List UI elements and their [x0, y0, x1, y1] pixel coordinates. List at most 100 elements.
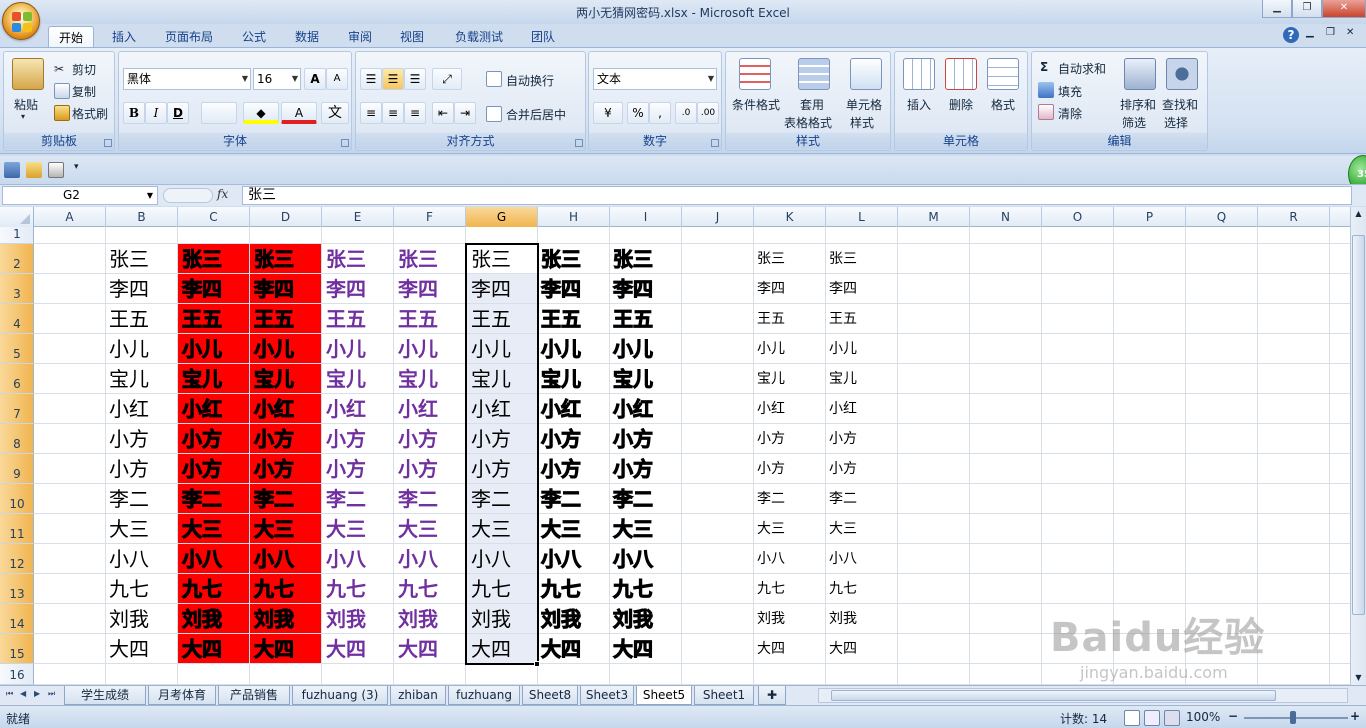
- customize-qat-icon[interactable]: ▾: [74, 162, 79, 172]
- cell-h7[interactable]: 小红: [541, 394, 582, 424]
- cell-l4[interactable]: 王五: [829, 304, 857, 334]
- cell-e7[interactable]: 小红: [326, 394, 366, 424]
- cell-i3[interactable]: 李四: [613, 274, 654, 304]
- cell-l12[interactable]: 小八: [829, 544, 857, 574]
- clipboard-launcher-icon[interactable]: [104, 139, 112, 147]
- ribbon-restore-button[interactable]: ❐: [1326, 27, 1335, 38]
- ribbon-minimize-button[interactable]: ▁: [1306, 27, 1314, 38]
- cell-l3[interactable]: 李四: [829, 274, 857, 304]
- italic-button[interactable]: I: [145, 102, 167, 124]
- column-header-f[interactable]: F: [394, 207, 466, 227]
- sheet-tab-9[interactable]: Sheet1: [694, 686, 754, 705]
- cell-i5[interactable]: 小儿: [613, 334, 654, 364]
- cell-e2[interactable]: 张三: [326, 244, 366, 274]
- tab-home[interactable]: 开始: [48, 26, 94, 48]
- cell-k11[interactable]: 大三: [757, 514, 785, 544]
- cell-h11[interactable]: 大三: [541, 514, 582, 544]
- cell-k7[interactable]: 小红: [757, 394, 785, 424]
- cell-i10[interactable]: 李二: [613, 484, 654, 514]
- vertical-scroll-thumb[interactable]: [1352, 235, 1365, 615]
- cell-d4[interactable]: 王五: [254, 304, 295, 334]
- cell-i7[interactable]: 小红: [613, 394, 654, 424]
- column-header-g[interactable]: G: [466, 207, 538, 227]
- cell-h8[interactable]: 小方: [541, 424, 582, 454]
- cell-f3[interactable]: 李四: [398, 274, 438, 304]
- cell-c8[interactable]: 小方: [182, 424, 223, 454]
- find-select-label1[interactable]: 查找和: [1162, 96, 1198, 113]
- cell-d13[interactable]: 九七: [254, 574, 295, 604]
- cell-d6[interactable]: 宝儿: [254, 364, 295, 394]
- cell-h5[interactable]: 小儿: [541, 334, 582, 364]
- bold-button[interactable]: B: [123, 102, 145, 124]
- cell-f14[interactable]: 刘我: [398, 604, 438, 634]
- cell-styles-label2[interactable]: 样式: [850, 114, 874, 131]
- column-header-q[interactable]: Q: [1186, 207, 1258, 227]
- zoom-level[interactable]: 100%: [1186, 710, 1220, 724]
- cell-f15[interactable]: 大四: [398, 634, 438, 664]
- insert-sheet-icon[interactable]: ✚: [758, 686, 786, 705]
- increase-indent-icon[interactable]: ⇥: [454, 102, 476, 124]
- find-select-label2[interactable]: 选择: [1164, 114, 1188, 131]
- cell-l9[interactable]: 小方: [829, 454, 857, 484]
- cell-l2[interactable]: 张三: [829, 244, 857, 274]
- zoom-out-icon[interactable]: −: [1228, 709, 1238, 723]
- cell-i4[interactable]: 王五: [613, 304, 654, 334]
- align-top-icon[interactable]: ☰: [360, 68, 382, 90]
- cell-k6[interactable]: 宝儿: [757, 364, 785, 394]
- tab-view[interactable]: 视图: [392, 26, 432, 48]
- decrease-indent-icon[interactable]: ⇤: [432, 102, 454, 124]
- zoom-slider-thumb[interactable]: [1290, 711, 1296, 724]
- cell-i12[interactable]: 小八: [613, 544, 654, 574]
- percent-button[interactable]: %: [627, 102, 649, 124]
- insert-cells-button[interactable]: 插入: [907, 96, 931, 113]
- formula-input[interactable]: 张三: [242, 186, 1352, 205]
- cell-styles-label1[interactable]: 单元格: [846, 96, 882, 113]
- formula-cancel-enter-icon[interactable]: [163, 188, 213, 203]
- decrease-decimal-icon[interactable]: .00: [697, 102, 719, 124]
- cell-h6[interactable]: 宝儿: [541, 364, 582, 394]
- cell-c7[interactable]: 小红: [182, 394, 223, 424]
- tab-team[interactable]: 团队: [523, 26, 563, 48]
- column-header-k[interactable]: K: [754, 207, 826, 227]
- cell-i2[interactable]: 张三: [613, 244, 654, 274]
- cell-f2[interactable]: 张三: [398, 244, 438, 274]
- select-all-button[interactable]: [0, 207, 34, 227]
- column-header-n[interactable]: N: [970, 207, 1042, 227]
- cell-e12[interactable]: 小八: [326, 544, 366, 574]
- column-header-l[interactable]: L: [826, 207, 898, 227]
- row-header-11[interactable]: 11: [0, 514, 34, 544]
- cell-i8[interactable]: 小方: [613, 424, 654, 454]
- cell-b10[interactable]: 李二: [109, 484, 149, 514]
- cell-e9[interactable]: 小方: [326, 454, 366, 484]
- row-header-3[interactable]: 3: [0, 274, 34, 304]
- row-header-5[interactable]: 5: [0, 334, 34, 364]
- fill-button[interactable]: 填充: [1058, 83, 1082, 100]
- cell-b12[interactable]: 小八: [109, 544, 149, 574]
- merge-center-button[interactable]: 合并后居中: [506, 106, 566, 123]
- scroll-up-icon[interactable]: ▲: [1351, 207, 1366, 221]
- cell-k15[interactable]: 大四: [757, 634, 785, 664]
- sheet-tab-3[interactable]: fuzhuang (3): [292, 686, 388, 705]
- cell-l10[interactable]: 李二: [829, 484, 857, 514]
- column-header-e[interactable]: E: [322, 207, 394, 227]
- cell-b7[interactable]: 小红: [109, 394, 149, 424]
- sheet-tab-2[interactable]: 产品销售: [218, 686, 290, 705]
- cell-d5[interactable]: 小儿: [254, 334, 295, 364]
- cell-f5[interactable]: 小儿: [398, 334, 438, 364]
- cell-d2[interactable]: 张三: [254, 244, 295, 274]
- cell-i15[interactable]: 大四: [613, 634, 654, 664]
- cut-button[interactable]: 剪切: [72, 61, 96, 78]
- horizontal-scrollbar[interactable]: [818, 688, 1348, 703]
- row-header-2[interactable]: 2: [0, 244, 34, 274]
- normal-view-icon[interactable]: [1124, 710, 1140, 726]
- cell-e8[interactable]: 小方: [326, 424, 366, 454]
- number-format-select[interactable]: 文本 ▼: [593, 68, 717, 90]
- page-layout-view-icon[interactable]: [1144, 710, 1160, 726]
- cell-b14[interactable]: 刘我: [109, 604, 149, 634]
- cell-d7[interactable]: 小红: [254, 394, 295, 424]
- cell-l15[interactable]: 大四: [829, 634, 857, 664]
- insert-function-button[interactable]: fx: [217, 187, 228, 201]
- align-bottom-icon[interactable]: ☰: [404, 68, 426, 90]
- tab-formulas[interactable]: 公式: [234, 26, 274, 48]
- column-header-h[interactable]: H: [538, 207, 610, 227]
